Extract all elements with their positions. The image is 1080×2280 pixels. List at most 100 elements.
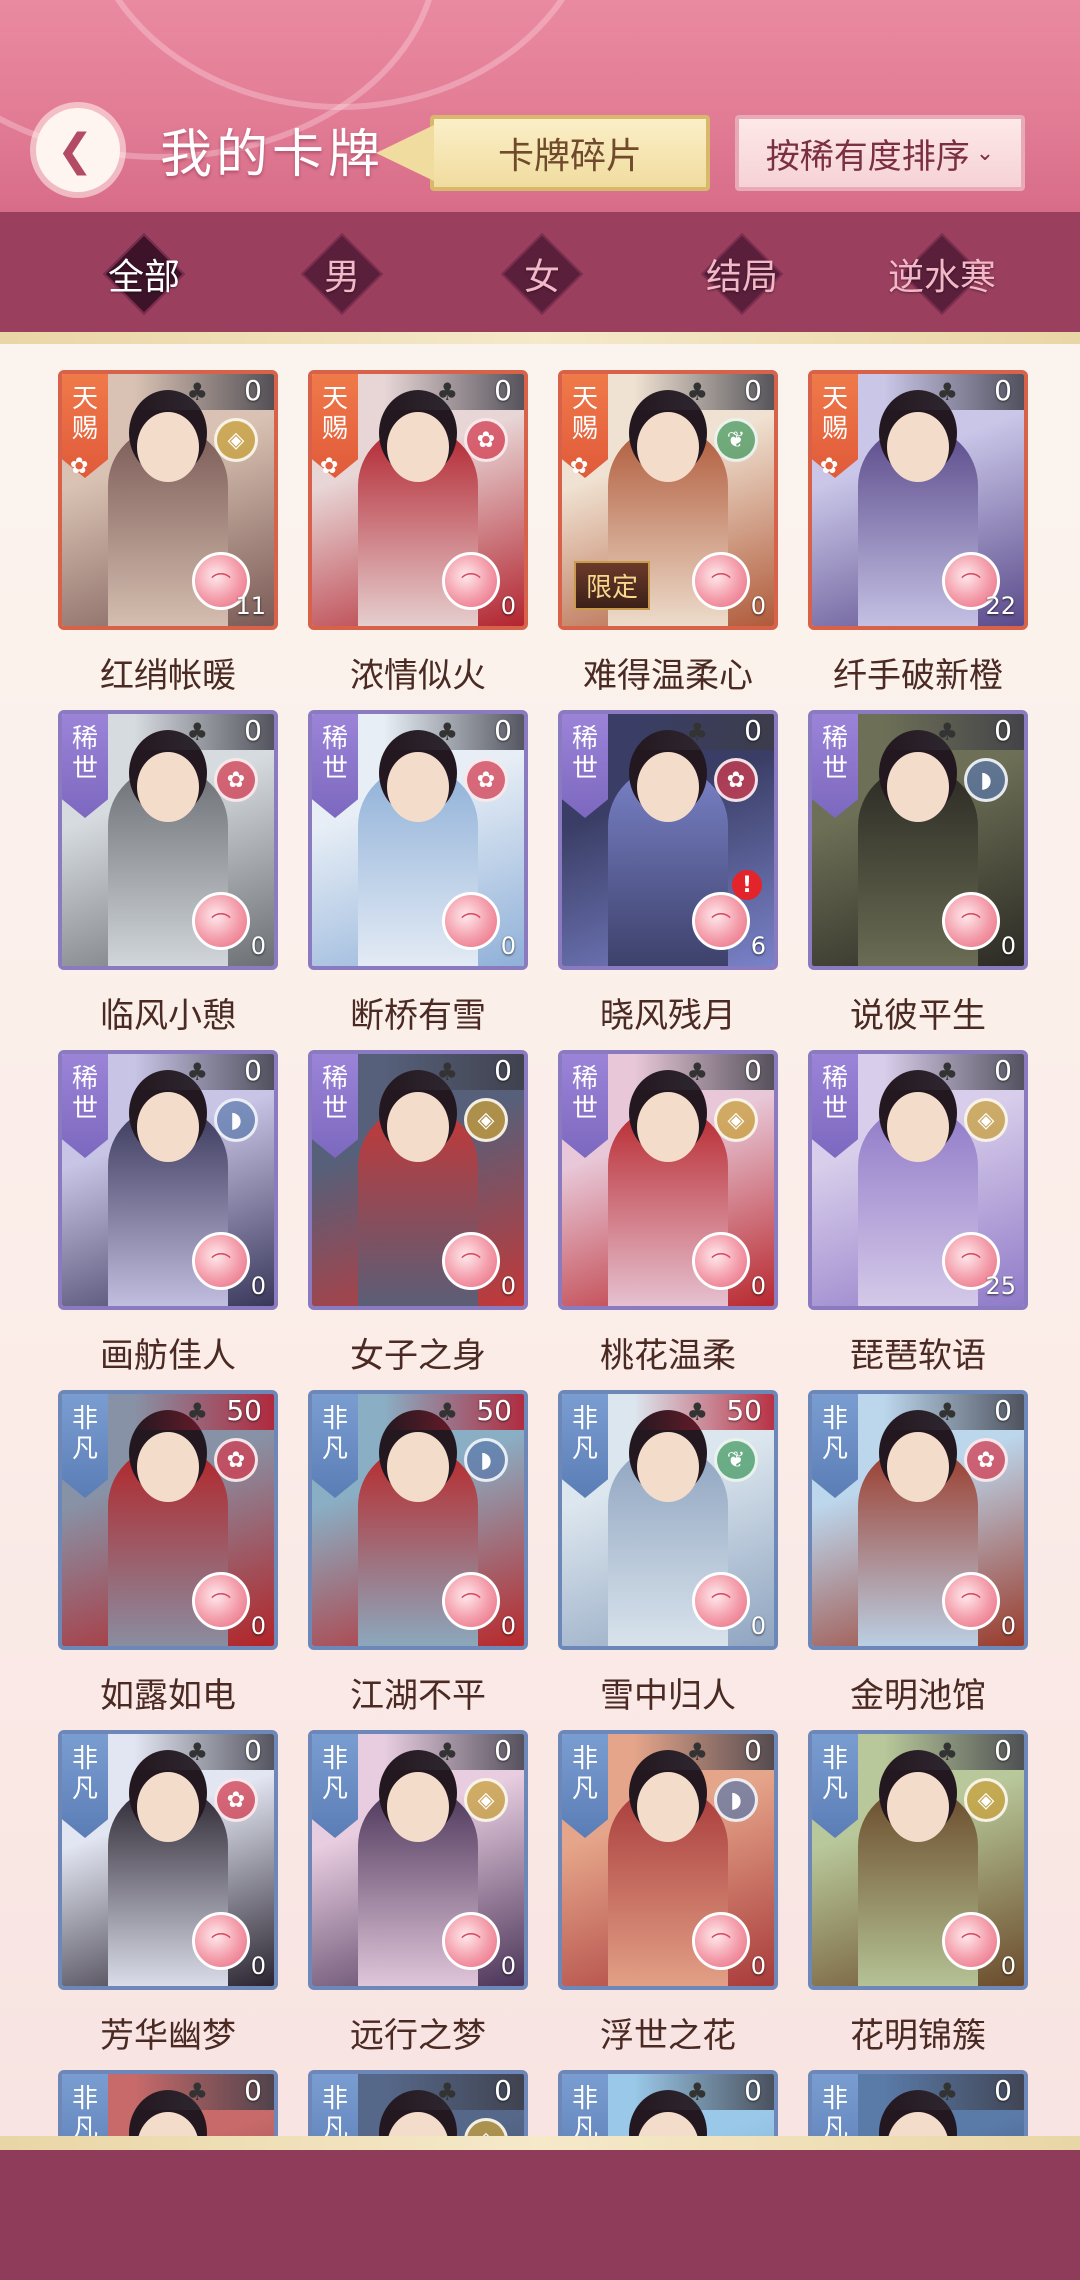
character-head — [137, 2112, 199, 2136]
club-icon: ♣ — [686, 378, 708, 406]
character-head — [387, 1092, 449, 1162]
tab-label: 男 — [323, 257, 360, 298]
card-item[interactable]: ♣ 0 非凡 — [808, 2070, 1028, 2136]
card-item[interactable]: ♣ 0 天赐 ✿ ◈ ⌒ 11 — [58, 370, 278, 630]
coin-icon: ◈ — [714, 1098, 758, 1142]
club-icon: ♣ — [436, 2078, 458, 2106]
character-head — [137, 752, 199, 822]
character-head — [387, 412, 449, 482]
card-top-count: 0 — [744, 714, 762, 747]
card-name: 桃花温柔 — [600, 1336, 736, 1376]
tab-all[interactable]: 全部 — [84, 232, 204, 316]
card-name: 纤手破新橙 — [833, 656, 1003, 696]
card-name: 难得温柔心 — [583, 656, 753, 696]
card-item[interactable]: ♣ 0 稀世 ◈ ⌒ 0 — [558, 1050, 778, 1310]
shard-orb-icon: ⌒ — [192, 1912, 250, 1970]
sort-dropdown[interactable]: 按稀有度排序 ⌄ — [735, 115, 1025, 191]
card-item[interactable]: ♣ 0 天赐 ✿ ✿ ⌒ 0 — [308, 370, 528, 630]
rarity-label: 天赐 — [321, 384, 348, 444]
shard-orb-icon: ⌒ — [442, 552, 500, 610]
flower-icon: ✿ — [820, 454, 839, 479]
card-item[interactable]: ♣ 0 天赐 ✿ ⌒ 22 — [808, 370, 1028, 630]
card-item[interactable]: ♣ 0 非凡 ◈ ⌒ 0 — [308, 1730, 528, 1990]
rarity-label: 非凡 — [821, 2084, 848, 2136]
card-item[interactable]: ♣ 50 非凡 ◗ ⌒ 0 — [308, 1390, 528, 1650]
card-item[interactable]: ♣ 0 非凡 ◗ ⌒ 0 — [558, 1730, 778, 1990]
card-shard-count: 0 — [750, 1272, 766, 1300]
club-icon: ♣ — [436, 718, 458, 746]
card-item[interactable]: ♣ 50 非凡 ❦ ⌒ 0 — [558, 1390, 778, 1650]
rarity-label: 非凡 — [821, 1744, 848, 1804]
card-top-count: 0 — [494, 714, 512, 747]
club-icon: ♣ — [686, 1058, 708, 1086]
character-head — [637, 2112, 699, 2136]
rarity-label: 天赐 — [821, 384, 848, 444]
card-item[interactable]: ♣ 0 稀世 ◗ ⌒ 0 — [58, 1050, 278, 1310]
club-icon: ♣ — [936, 1058, 958, 1086]
character-head — [887, 752, 949, 822]
card-top-count: 0 — [994, 1054, 1012, 1087]
rarity-label: 天赐 — [571, 384, 598, 444]
shard-orb-icon: ⌒ — [192, 1572, 250, 1630]
club-icon: ♣ — [186, 2078, 208, 2106]
card-item[interactable]: ♣ 0 非凡 ✿ ⌒ 0 — [58, 1730, 278, 1990]
card-item[interactable]: ♣ 50 非凡 ✿ ⌒ 0 — [58, 1390, 278, 1650]
rarity-label: 非凡 — [71, 2084, 98, 2136]
card-item[interactable]: ♣ 0 非凡 — [558, 2070, 778, 2136]
plum-icon: ✿ — [964, 1438, 1008, 1482]
character-head — [387, 1432, 449, 1502]
page-title: 我的卡牌 — [160, 125, 385, 185]
divider — [0, 2136, 1080, 2150]
card-item[interactable]: ♣ 0 稀世 ◈ ⌒ 25 — [808, 1050, 1028, 1310]
card-shards-button[interactable]: 卡牌碎片 — [430, 115, 710, 191]
rarity-badge: 非凡 — [312, 2074, 358, 2136]
card-shard-count: 0 — [250, 1952, 266, 1980]
rarity-badge: 非凡 — [62, 2074, 108, 2136]
plum-icon: ✿ — [464, 758, 508, 802]
card-item[interactable]: ♣ 0 非凡 ◈ ⌒ 0 — [808, 1730, 1028, 1990]
card-item[interactable]: ♣ 0 稀世 ✿ ⌒ 0 — [308, 710, 528, 970]
card-shard-count: 0 — [500, 1952, 516, 1980]
alert-icon: ! — [732, 870, 762, 900]
tab-ending[interactable]: 结局 — [682, 232, 802, 316]
club-icon: ♣ — [436, 1398, 458, 1426]
club-icon: ♣ — [186, 1398, 208, 1426]
tab-female[interactable]: 女 — [482, 232, 602, 316]
fan-icon: ◗ — [964, 758, 1008, 802]
tab-male[interactable]: 男 — [282, 232, 402, 316]
card-item[interactable]: ♣ 0 稀世 ✿ ⌒ 6! — [558, 710, 778, 970]
character-head — [637, 1772, 699, 1842]
card-item[interactable]: ♣ 0 非凡 ✿ ⌒ 0 — [808, 1390, 1028, 1650]
jade-icon: ❦ — [714, 418, 758, 462]
shard-orb-icon: ⌒ — [442, 892, 500, 950]
card-name: 江湖不平 — [350, 1676, 486, 1716]
card-item[interactable]: ♣ 0 非凡 — [58, 2070, 278, 2136]
tab-label: 结局 — [705, 257, 778, 298]
character-head — [387, 2112, 449, 2136]
back-button[interactable]: ❮ — [36, 108, 120, 192]
card-item[interactable]: ♣ 0 稀世 ✿ ⌒ 0 — [58, 710, 278, 970]
rarity-badge: 稀世 — [562, 714, 608, 818]
card-name: 女子之身 — [350, 1336, 486, 1376]
shard-orb-icon: ⌒ — [942, 1912, 1000, 1970]
filter-tabs: 全部 男 女 结局 逆水寒 — [0, 212, 1080, 332]
rarity-label: 非凡 — [71, 1404, 98, 1464]
character-head — [887, 2112, 949, 2136]
club-icon: ♣ — [436, 378, 458, 406]
character-head — [637, 1432, 699, 1502]
shard-orb-icon: ⌒ — [692, 892, 750, 950]
character-head — [137, 412, 199, 482]
character-head — [637, 412, 699, 482]
card-name: 如露如电 — [100, 1676, 236, 1716]
fan-icon: ◗ — [214, 1098, 258, 1142]
card-item[interactable]: ♣ 0 稀世 ◈ ⌒ 0 — [308, 1050, 528, 1310]
card-name: 远行之梦 — [350, 2016, 486, 2056]
rarity-badge: 非凡 — [62, 1394, 108, 1498]
card-item[interactable]: ♣ 0 稀世 ◗ ⌒ 0 — [808, 710, 1028, 970]
card-name: 说彼平生 — [850, 996, 986, 1036]
card-item[interactable]: ♣0非凡◈ — [308, 2070, 528, 2136]
card-item[interactable]: ♣ 0 天赐 ✿ ❦ ⌒ 0 限定 — [558, 370, 778, 630]
rarity-label: 非凡 — [571, 1744, 598, 1804]
shard-orb-icon: ⌒ — [442, 1232, 500, 1290]
tab-nishuihan[interactable]: 逆水寒 — [882, 232, 1002, 316]
